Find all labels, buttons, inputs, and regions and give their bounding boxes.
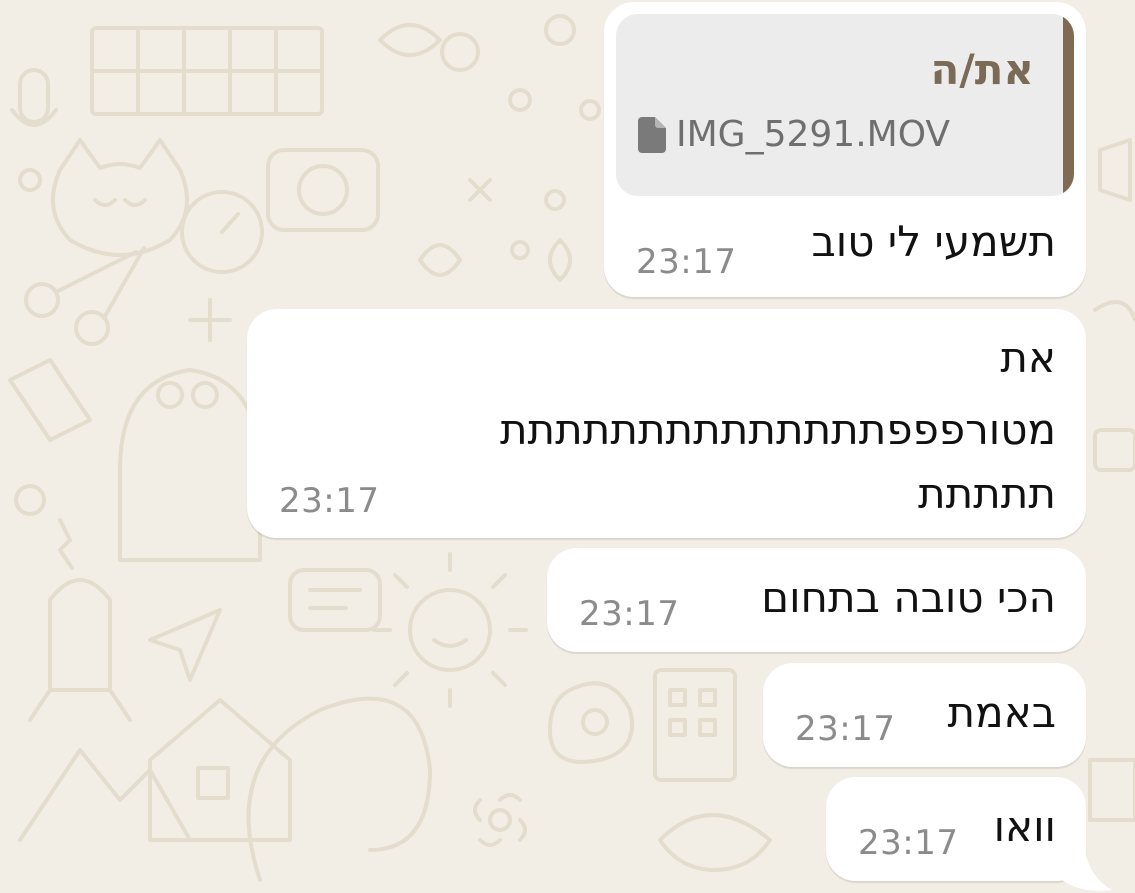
cat-doodle bbox=[51, 138, 189, 257]
paper-plane-doodle bbox=[148, 608, 222, 682]
message-bubble[interactable]: את/ה IMG_5291.MOV תשמעי לי טוב 23:17 bbox=[604, 2, 1086, 297]
file-name: IMG_5291.MOV bbox=[676, 114, 951, 155]
message-time: 23:17 bbox=[858, 823, 959, 863]
message-bubble[interactable]: את מטורפפפתתתתתתתתתתתתתת תתתתת 23:17 bbox=[247, 309, 1086, 538]
document-icon bbox=[638, 117, 666, 153]
message-text-line: תתתתת bbox=[917, 469, 1056, 518]
message-text: תשמעי לי טוב bbox=[811, 217, 1057, 266]
message-time: 23:17 bbox=[279, 481, 380, 521]
camera-doodle bbox=[266, 148, 380, 232]
sun-doodle bbox=[408, 588, 492, 672]
microphone-doodle bbox=[18, 68, 50, 124]
person-doodle bbox=[118, 368, 262, 562]
speech-doodle bbox=[288, 568, 382, 632]
message-bubble[interactable]: וואו 23:17 bbox=[826, 777, 1086, 881]
message-time: 23:17 bbox=[795, 709, 896, 749]
quote-author: את/ה bbox=[930, 45, 1034, 94]
message-text-line: מטורפפפתתתתתתתתתתתתתת bbox=[499, 405, 1056, 454]
scissors-doodle bbox=[24, 282, 60, 318]
message-bubble[interactable]: באמת 23:17 bbox=[763, 663, 1086, 767]
message-text: באמת bbox=[947, 688, 1057, 737]
message-time: 23:17 bbox=[579, 594, 680, 634]
rocket-doodle bbox=[48, 578, 112, 692]
bubble-tail bbox=[1062, 848, 1112, 891]
message-text: וואו bbox=[993, 802, 1056, 851]
quote-accent-bar bbox=[1063, 14, 1074, 196]
quoted-message[interactable]: את/ה IMG_5291.MOV bbox=[616, 14, 1074, 196]
message-text: הכי טובה בתחום bbox=[761, 573, 1056, 622]
message-bubble[interactable]: הכי טובה בתחום 23:17 bbox=[547, 548, 1086, 652]
building-doodle bbox=[653, 668, 737, 782]
message-text-line: את bbox=[1000, 333, 1056, 382]
quoted-file: IMG_5291.MOV bbox=[638, 112, 950, 158]
message-time: 23:17 bbox=[636, 242, 737, 282]
